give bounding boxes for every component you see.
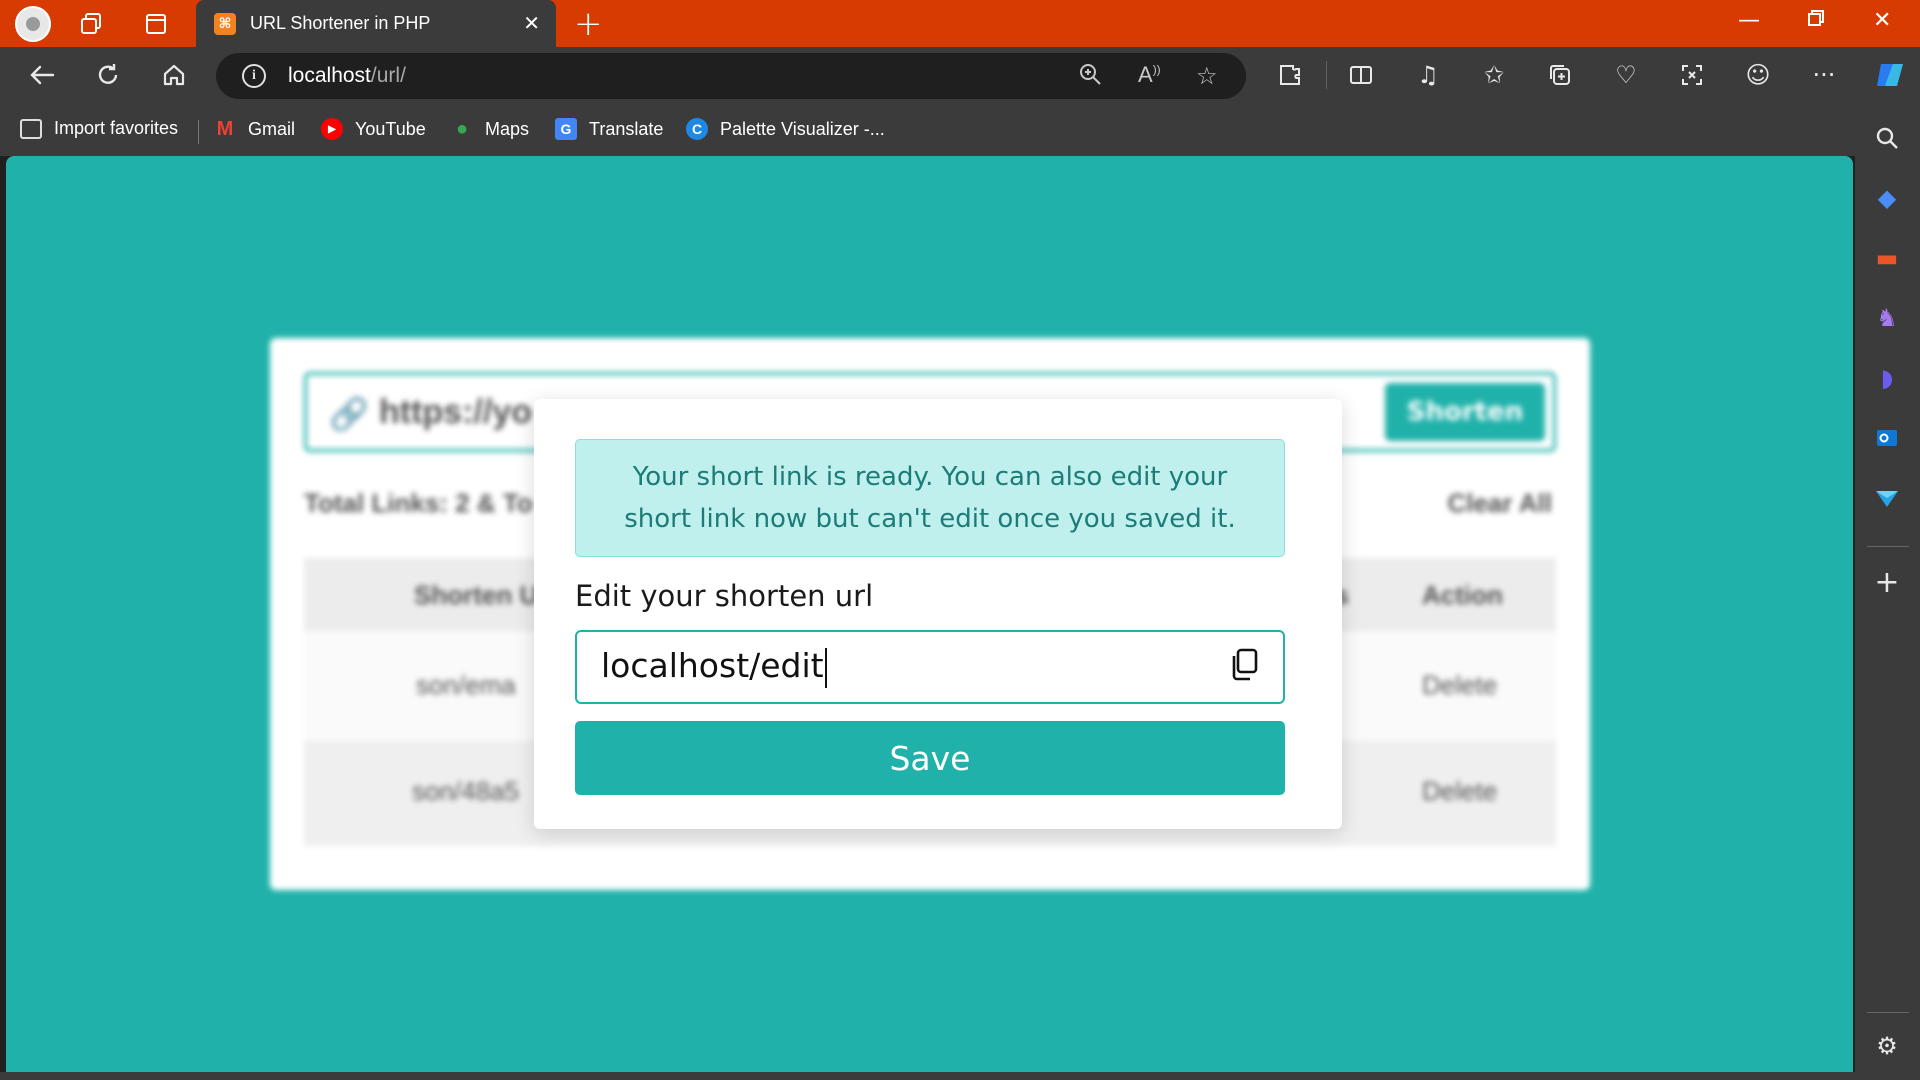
- total-links-text: Total Links: 2 & To: [304, 488, 533, 518]
- bookmark-maps[interactable]: ● Maps: [451, 118, 529, 140]
- youtube-icon: ▶: [321, 118, 343, 140]
- tools-briefcase-icon[interactable]: ▬: [1869, 240, 1905, 276]
- add-sidebar-app-icon[interactable]: +: [1869, 564, 1905, 600]
- minimize-icon[interactable]: —: [1738, 8, 1760, 33]
- outlook-icon[interactable]: [1869, 420, 1905, 456]
- home-icon[interactable]: [159, 60, 189, 90]
- page-viewport: 🔗 https://yo Shorten Total Links: 2 & To…: [6, 156, 1853, 1072]
- new-tab-button[interactable]: +: [574, 4, 603, 44]
- profile-avatar[interactable]: [15, 6, 51, 42]
- copy-icon[interactable]: [1229, 648, 1263, 686]
- send-drop-icon[interactable]: [1869, 480, 1905, 516]
- favorites-icon[interactable]: ✩: [1479, 60, 1509, 90]
- sidebar-separator: [1867, 1012, 1909, 1013]
- address-url[interactable]: localhost/url/: [288, 64, 406, 88]
- copilot-sidebar-icon[interactable]: ◗: [1869, 360, 1905, 396]
- edge-sidebar: ◆ ▬ ♞ ◗ + ⚙: [1855, 104, 1920, 1080]
- palette-icon: C: [686, 118, 708, 140]
- table-header-action: Action: [1422, 580, 1503, 610]
- short-url-cell[interactable]: son/48a5: [412, 776, 519, 807]
- xampp-favicon-icon: ⌘: [214, 12, 236, 35]
- save-button[interactable]: Save: [575, 721, 1285, 795]
- zoom-icon[interactable]: [1078, 62, 1102, 92]
- window-bottom-border: [0, 1072, 1855, 1080]
- split-screen-icon[interactable]: [1346, 60, 1376, 90]
- tab-close-icon[interactable]: ✕: [523, 11, 540, 35]
- bookmark-divider: [198, 120, 199, 144]
- bookmark-label: Import favorites: [54, 118, 179, 138]
- import-icon: [20, 118, 42, 139]
- sidebar-settings-icon[interactable]: ⚙: [1869, 1028, 1905, 1064]
- bookmark-label: YouTube: [355, 118, 426, 139]
- shorten-button[interactable]: Shorten: [1385, 383, 1545, 441]
- back-icon[interactable]: [27, 60, 57, 90]
- shopping-tag-icon[interactable]: ◆: [1869, 180, 1905, 216]
- bookmark-translate[interactable]: G Translate: [555, 118, 663, 140]
- link-icon: 🔗: [329, 395, 369, 433]
- screenshot-icon[interactable]: [1677, 60, 1707, 90]
- browser-essentials-icon[interactable]: ♡: [1611, 60, 1641, 90]
- bookmark-label: Maps: [485, 118, 530, 139]
- bookmark-import-favorites[interactable]: Import favorites: [20, 118, 178, 139]
- translate-icon: G: [555, 118, 577, 140]
- read-aloud-icon[interactable]: A)): [1138, 62, 1161, 88]
- clear-all-button[interactable]: Clear All: [1447, 488, 1552, 519]
- browser-title-bar: ⌘ URL Shortener in PHP ✕ + — ✕: [0, 0, 1920, 47]
- games-chess-icon[interactable]: ♞: [1869, 300, 1905, 336]
- favorites-bar: Import favorites M Gmail ▶ YouTube ● Map…: [0, 104, 1920, 156]
- tab-title: URL Shortener in PHP: [250, 13, 431, 33]
- more-options-icon[interactable]: ···: [1809, 60, 1839, 90]
- workspaces-icon[interactable]: [76, 8, 108, 40]
- sidebar-separator: [1867, 546, 1909, 547]
- address-bar[interactable]: i localhost/url/ A)) ☆: [216, 53, 1246, 99]
- site-info-icon[interactable]: i: [242, 64, 266, 88]
- edit-url-label: Edit your shorten url: [575, 579, 874, 613]
- tab-url-shortener[interactable]: ⌘ URL Shortener in PHP ✕: [196, 0, 556, 47]
- delete-link[interactable]: Delete: [1422, 670, 1497, 701]
- edit-url-value[interactable]: localhost/edit: [601, 646, 827, 688]
- feedback-icon[interactable]: ☺: [1743, 60, 1773, 90]
- edit-url-modal: Your short link is ready. You can also e…: [534, 399, 1342, 829]
- refresh-icon[interactable]: [93, 60, 123, 90]
- text-caret: [824, 647, 827, 688]
- edit-url-input[interactable]: localhost/edit: [575, 630, 1285, 704]
- bookmark-label: Translate: [589, 118, 664, 139]
- maps-icon: ●: [455, 117, 469, 140]
- collections-icon[interactable]: [1545, 60, 1575, 90]
- bookmark-youtube[interactable]: ▶ YouTube: [321, 118, 426, 140]
- favorite-star-icon[interactable]: ☆: [1196, 62, 1218, 90]
- extensions-icon[interactable]: [1275, 60, 1305, 90]
- navigation-bar: i localhost/url/ A)) ☆ ♫ ✩ ♡ ☺ ···: [0, 47, 1920, 104]
- copilot-icon[interactable]: [1872, 57, 1908, 93]
- delete-link[interactable]: Delete: [1422, 776, 1497, 807]
- toolbar-separator: [1326, 61, 1327, 89]
- sidebar-search-icon[interactable]: [1869, 120, 1905, 156]
- tab-actions-icon[interactable]: [140, 8, 172, 40]
- bookmark-label: Gmail: [248, 118, 296, 139]
- close-window-icon[interactable]: ✕: [1873, 8, 1891, 33]
- short-link-ready-alert: Your short link is ready. You can also e…: [575, 439, 1285, 557]
- restore-icon[interactable]: [1806, 8, 1826, 34]
- bookmark-label: Palette Visualizer -...: [720, 118, 885, 139]
- long-url-value: https://yo: [379, 393, 532, 431]
- table-header-shorten: Shorten U: [414, 580, 539, 610]
- bookmark-gmail[interactable]: M Gmail: [214, 118, 295, 140]
- gmail-icon: M: [216, 117, 234, 140]
- media-control-icon[interactable]: ♫: [1413, 60, 1443, 90]
- short-url-cell[interactable]: son/ema: [416, 670, 516, 701]
- bookmark-palette-visualizer[interactable]: C Palette Visualizer -...: [686, 118, 885, 140]
